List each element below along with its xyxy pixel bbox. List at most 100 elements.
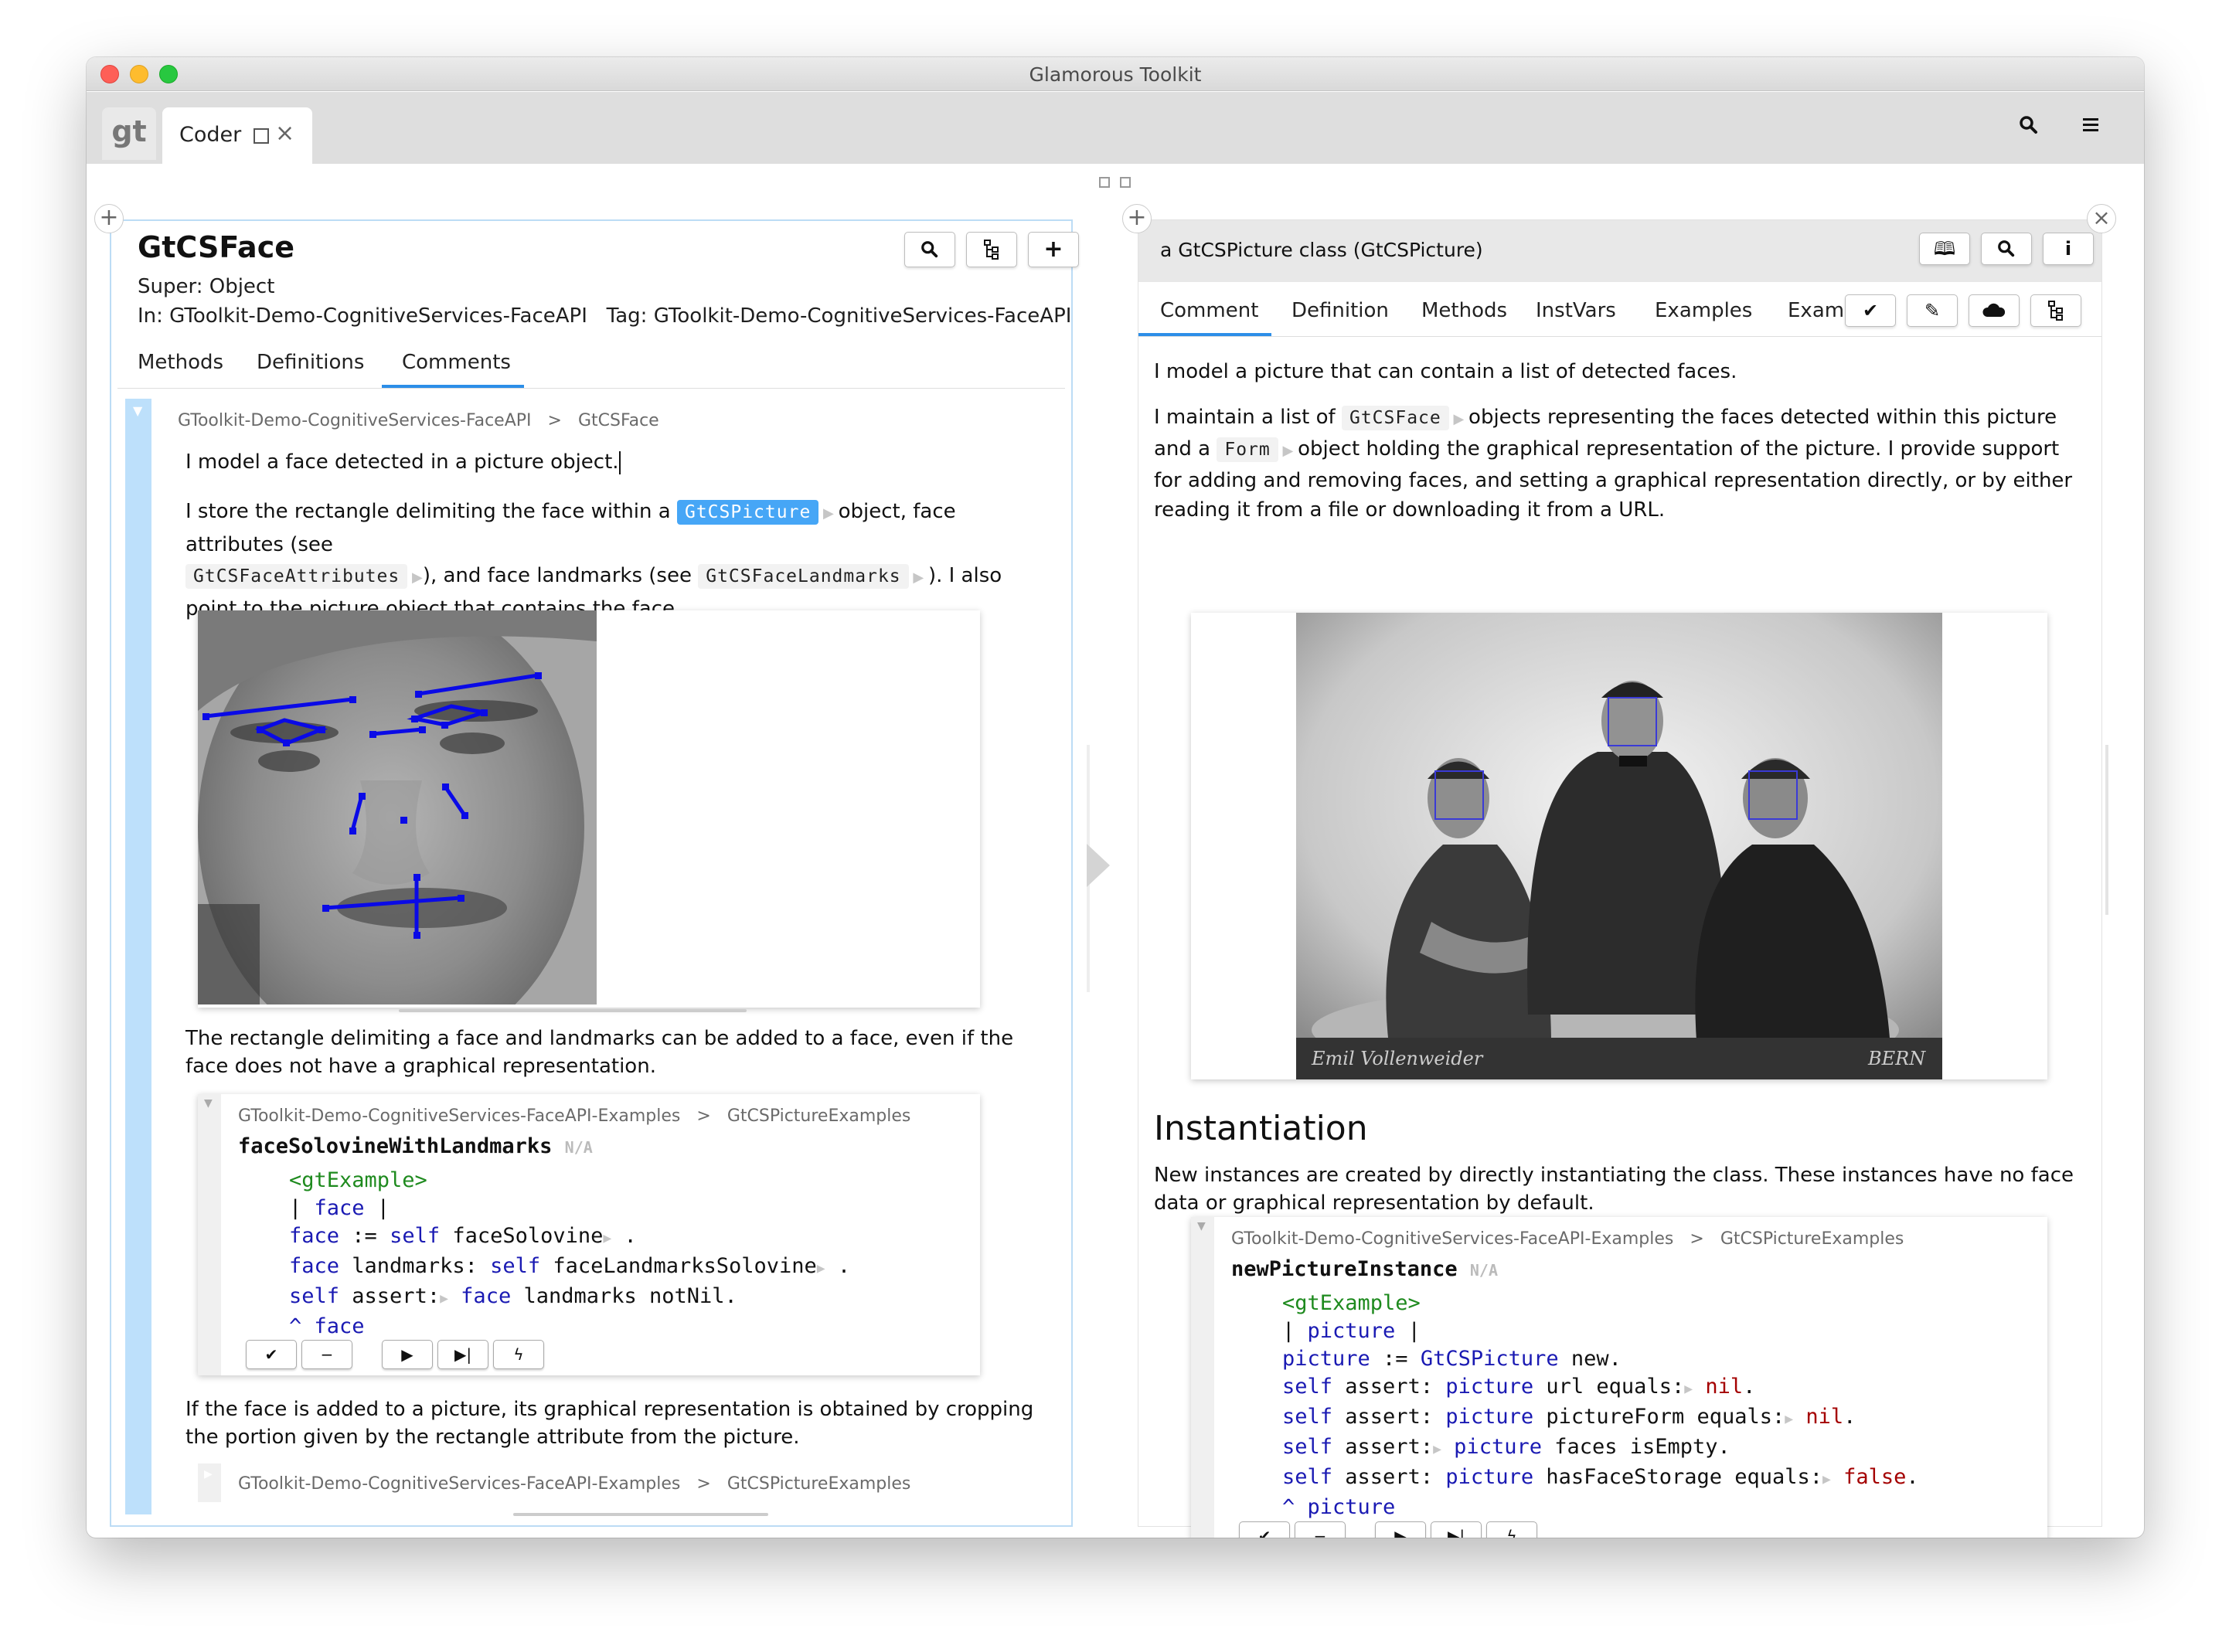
method-name-text: newPictureInstance: [1231, 1257, 1458, 1281]
comment-text-2a: I store the rectangle delimiting the fac…: [185, 500, 671, 523]
na-label: N/A: [1469, 1261, 1498, 1280]
info-button[interactable]: i: [2043, 233, 2094, 265]
run-inspect-button[interactable]: ▶|: [437, 1340, 488, 1369]
maximize-icon[interactable]: [254, 128, 269, 144]
example-class[interactable]: GtCSPictureExamples: [1720, 1229, 1904, 1249]
cloud-button[interactable]: [1969, 294, 2020, 327]
tab-instvars[interactable]: InstVars: [1536, 299, 1616, 322]
example-class[interactable]: GtCSPictureExamples: [727, 1474, 911, 1494]
comment-editor[interactable]: GToolkit-Demo-CognitiveServices-FaceAPI …: [151, 399, 1033, 1514]
horizontal-scrollbar[interactable]: [399, 1009, 747, 1012]
expand-triangle-icon[interactable]: ▶: [1449, 411, 1468, 427]
code-token: |: [289, 1196, 315, 1220]
example-package[interactable]: GToolkit-Demo-CognitiveServices-FaceAPI-…: [238, 1106, 680, 1126]
example-package[interactable]: GToolkit-Demo-CognitiveServices-FaceAPI-…: [1231, 1229, 1673, 1249]
right-edge-splitter[interactable]: [2105, 745, 2108, 915]
left-coder-pane: GtCSFace Super: Object In: GToolkit-Demo…: [110, 219, 1079, 1527]
add-left-pane-button[interactable]: +: [94, 204, 124, 233]
class-ref-gtcspicture[interactable]: GtCSPicture: [676, 500, 819, 525]
method-name-text: faceSolovineWithLandmarks: [238, 1134, 553, 1158]
pane-scrollbar[interactable]: [513, 1513, 768, 1516]
close-icon[interactable]: ×: [275, 120, 294, 147]
tab-definitions[interactable]: Definitions: [257, 351, 364, 374]
hierarchy-button[interactable]: [966, 232, 1017, 267]
tab-coder[interactable]: Coder ×: [162, 107, 312, 164]
snippet-gutter[interactable]: ▶: [198, 1463, 221, 1502]
tab-comment[interactable]: Comment: [1160, 299, 1258, 322]
edit-button[interactable]: ✎: [1907, 294, 1958, 327]
breadcrumb-package[interactable]: GToolkit-Demo-CognitiveServices-FaceAPI: [178, 411, 532, 430]
expand-triangle-icon[interactable]: ▶: [407, 569, 423, 586]
check-button[interactable]: ✔: [1239, 1521, 1290, 1538]
add-right-pane-button[interactable]: +: [1122, 204, 1152, 233]
title-bar: Glamorous Toolkit: [87, 57, 2144, 91]
tab-bar: gt Coder ×: [87, 92, 2144, 164]
class-ref-gtcsfaceattributes[interactable]: GtCSFaceAttributes: [185, 564, 408, 589]
example-source-code[interactable]: <gtExample> | picture | picture := GtCSP…: [1282, 1290, 1919, 1521]
example-snippet-new-picture[interactable]: ▼ GToolkit-Demo-CognitiveServices-FaceAP…: [1191, 1217, 2047, 1538]
hierarchy-button[interactable]: [2030, 294, 2081, 327]
remove-button[interactable]: −: [301, 1340, 352, 1369]
example-class[interactable]: GtCSPictureExamples: [727, 1106, 911, 1126]
tab-examples[interactable]: Examples: [1655, 299, 1752, 322]
run-button[interactable]: ▶: [382, 1340, 433, 1369]
single-pane-icon[interactable]: [1099, 177, 1110, 188]
run-inspect-button[interactable]: ▶|: [1431, 1521, 1482, 1538]
expand-right-arrow-icon[interactable]: [1087, 844, 1110, 887]
collapse-triangle-icon[interactable]: ▼: [204, 1097, 213, 1110]
check-button[interactable]: ✔: [246, 1340, 297, 1369]
gt-logo-tab[interactable]: gt: [102, 107, 156, 160]
search-icon[interactable]: [2019, 115, 2039, 138]
picture-view: Emil Vollenweider BERN: [1191, 613, 2047, 1079]
class-ref-gtcsfacelandmarks[interactable]: GtCSFaceLandmarks: [698, 564, 909, 589]
code-token: :=: [339, 1224, 390, 1248]
comment-editor-gutter[interactable]: ▼: [125, 399, 151, 1514]
app-window: Glamorous Toolkit gt Coder × GtCSFace Su…: [87, 57, 2144, 1538]
class-ref-form[interactable]: Form: [1217, 437, 1278, 462]
inspector-search-button[interactable]: [1981, 233, 2032, 265]
expand-triangle-icon[interactable]: ▶: [1278, 443, 1298, 459]
expand-triangle-icon[interactable]: ▶: [603, 1230, 611, 1246]
expand-triangle-icon[interactable]: ▶: [204, 1468, 213, 1480]
expand-triangle-icon[interactable]: ▶: [909, 569, 928, 586]
tab-definition[interactable]: Definition: [1291, 299, 1389, 322]
tab-methods[interactable]: Methods: [1421, 299, 1507, 322]
accept-button[interactable]: ✔: [1845, 294, 1896, 327]
collapse-triangle-icon[interactable]: ▼: [1197, 1220, 1206, 1232]
example-snippet-face-landmarks[interactable]: ▼ GToolkit-Demo-CognitiveServices-FaceAP…: [198, 1094, 980, 1375]
browse-button[interactable]: 🕮: [1919, 233, 1970, 265]
code-pragma: <gtExample>: [1282, 1291, 1421, 1315]
double-pane-icon[interactable]: [1120, 177, 1131, 188]
run-button[interactable]: ▶: [1375, 1521, 1426, 1538]
expand-triangle-icon[interactable]: ▶: [1433, 1441, 1441, 1457]
expand-triangle-icon[interactable]: ▶: [440, 1290, 448, 1307]
collapse-triangle-icon[interactable]: ▼: [133, 403, 142, 418]
class-ref-gtcsface[interactable]: GtCSFace: [1341, 406, 1449, 430]
code-token: picture: [1307, 1495, 1396, 1519]
add-button[interactable]: +: [1028, 232, 1079, 267]
expand-triangle-icon[interactable]: ▶: [1822, 1471, 1831, 1487]
snippet-gutter[interactable]: ▼: [1191, 1217, 1214, 1538]
example-package[interactable]: GToolkit-Demo-CognitiveServices-FaceAPI-…: [238, 1474, 680, 1494]
debug-button[interactable]: ϟ: [1486, 1521, 1537, 1538]
breadcrumb-class[interactable]: GtCSFace: [578, 411, 659, 430]
code-token: faces isEmpty.: [1541, 1435, 1730, 1459]
code-token: face: [314, 1196, 365, 1220]
plus-icon: +: [99, 204, 119, 231]
code-token: landmarks:: [339, 1254, 491, 1278]
snippet-gutter[interactable]: ▼: [198, 1094, 221, 1375]
code-pragma: <gtExample>: [289, 1168, 427, 1192]
tab-methods[interactable]: Methods: [138, 351, 223, 374]
remove-button[interactable]: −: [1295, 1521, 1346, 1538]
debug-button[interactable]: ϟ: [493, 1340, 544, 1369]
close-pane-button[interactable]: ×: [2087, 204, 2116, 233]
expand-triangle-icon[interactable]: ▶: [817, 1260, 825, 1276]
code-token: ^: [1282, 1495, 1308, 1519]
tab-comments[interactable]: Comments: [402, 351, 511, 374]
expand-triangle-icon[interactable]: ▶: [818, 505, 838, 522]
menu-icon[interactable]: [2082, 117, 2099, 137]
expand-triangle-icon[interactable]: ▶: [1684, 1381, 1693, 1397]
browse-search-button[interactable]: [904, 232, 955, 267]
expand-triangle-icon[interactable]: ▶: [1785, 1411, 1793, 1427]
example-source-code[interactable]: <gtExample> | face | face := self faceSo…: [289, 1167, 850, 1341]
